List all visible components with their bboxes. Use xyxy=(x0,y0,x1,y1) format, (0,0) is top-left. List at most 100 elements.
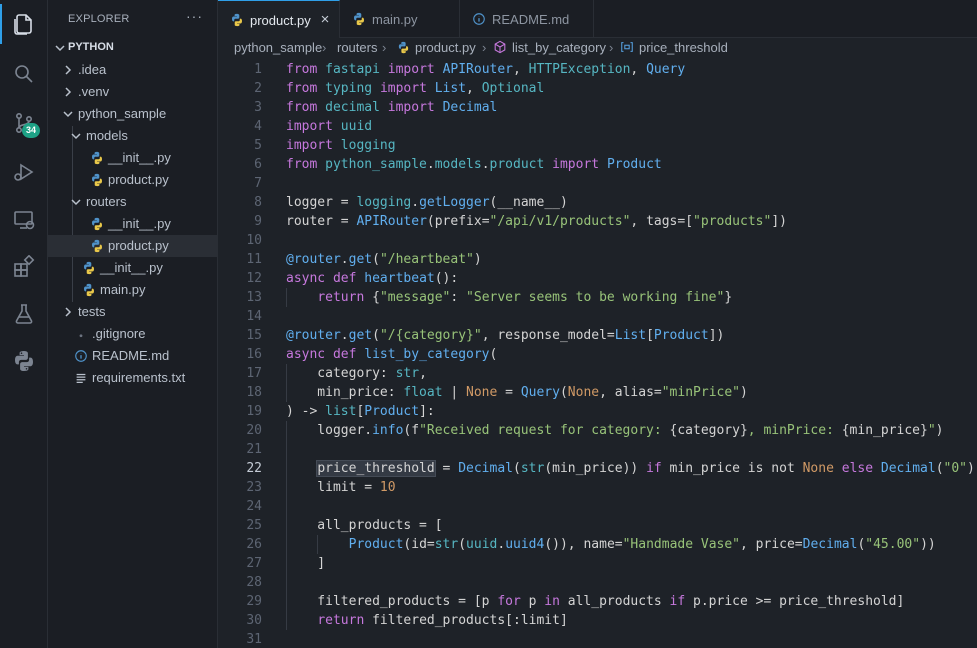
code-line[interactable]: import uuid xyxy=(286,117,372,136)
code-token: ]) xyxy=(708,328,725,343)
info-icon xyxy=(472,12,486,29)
code-token: list xyxy=(325,404,357,419)
extensions-icon[interactable] xyxy=(0,243,48,291)
tab-label: main.py xyxy=(372,12,418,27)
code-line[interactable]: min_price: float | None = Query(None, al… xyxy=(286,383,748,402)
code-token: None xyxy=(466,385,498,400)
code-token: models xyxy=(434,157,482,172)
tab-readme-md[interactable]: README.md xyxy=(460,0,594,38)
code-line[interactable]: @router.get("/{category}", response_mode… xyxy=(286,326,724,345)
code-line[interactable]: from decimal import Decimal xyxy=(286,98,497,117)
code-token: ()), name= xyxy=(544,537,623,552)
code-line[interactable]: logger = logging.getLogger(__name__) xyxy=(286,193,568,212)
indent-guide xyxy=(286,288,287,307)
tree-folder[interactable]: routers xyxy=(48,191,218,213)
tree-file[interactable]: __init__.py xyxy=(48,257,218,279)
code-token: . xyxy=(426,157,435,172)
line-number: 4 xyxy=(254,119,262,134)
tree-file[interactable]: __init__.py xyxy=(48,147,218,169)
tree-file[interactable]: __init__.py xyxy=(48,213,218,235)
breadcrumb-item[interactable]: price_threshold xyxy=(639,40,728,55)
code-line[interactable]: ] xyxy=(286,554,325,573)
tab-main-py[interactable]: main.py xyxy=(340,0,460,38)
code-line[interactable]: from fastapi import APIRouter, HTTPExcep… xyxy=(286,60,685,79)
code-line[interactable]: async def list_by_category( xyxy=(286,345,497,364)
code-token: filtered_products[:limit] xyxy=(364,613,568,628)
tree-file[interactable]: README.md xyxy=(48,345,218,367)
code-token: ( xyxy=(513,461,521,476)
tree-folder[interactable]: .idea xyxy=(48,59,218,81)
code-line[interactable]: from typing import List, Optional xyxy=(286,79,544,98)
line-number: 23 xyxy=(246,480,262,495)
code-line[interactable]: category: str, xyxy=(286,364,427,383)
code-token: import xyxy=(286,138,333,153)
breadcrumb-item[interactable]: python_sample xyxy=(234,40,322,55)
files-icon[interactable] xyxy=(0,0,48,48)
code-editor[interactable]: 1 from fastapi import APIRouter, HTTPExce… xyxy=(218,60,977,648)
tab-product-py[interactable]: product.py × xyxy=(218,0,340,38)
breadcrumb-item[interactable]: list_by_category xyxy=(512,40,606,55)
close-icon[interactable]: × xyxy=(317,12,333,28)
line-number: 5 xyxy=(254,138,262,153)
code-line[interactable]: async def heartbeat(): xyxy=(286,269,458,288)
tree-file[interactable]: .gitignore xyxy=(48,323,218,345)
code-token: : xyxy=(450,290,467,305)
tree-file[interactable]: requirements.txt xyxy=(48,367,218,389)
code-line[interactable]: return filtered_products[:limit] xyxy=(286,611,568,630)
highlighted-symbol: price_threshold xyxy=(316,460,436,477)
code-token: ] xyxy=(286,556,326,571)
code-line[interactable]: return {"message": "Server seems to be w… xyxy=(286,288,732,307)
run-debug-icon[interactable] xyxy=(0,148,48,196)
flask-icon[interactable] xyxy=(0,290,48,338)
code-token: ) xyxy=(935,423,944,438)
tree-label: main.py xyxy=(100,282,146,297)
code-line[interactable]: @router.get("/heartbeat") xyxy=(286,250,482,269)
tree-file[interactable]: product.py xyxy=(48,235,218,257)
code-line[interactable]: filtered_products = [p for p in all_prod… xyxy=(286,592,904,611)
code-line[interactable]: logger.info(f"Received request for categ… xyxy=(286,421,943,440)
breadcrumb: python_sample › routers › product.py › l… xyxy=(218,38,977,60)
tree-file[interactable]: product.py xyxy=(48,169,218,191)
search-icon[interactable] xyxy=(0,50,48,98)
code-token: if xyxy=(669,594,686,609)
breadcrumb-item[interactable]: routers xyxy=(337,40,377,55)
code-token: import xyxy=(379,81,427,96)
tree-folder[interactable]: tests xyxy=(48,301,218,323)
tree-folder[interactable]: .venv xyxy=(48,81,218,103)
line-number: 27 xyxy=(246,556,262,571)
code-line[interactable]: import logging xyxy=(286,136,396,155)
code-line[interactable]: limit = 10 xyxy=(286,478,395,497)
python-icon[interactable] xyxy=(0,337,48,385)
workspace-root[interactable]: PYTHON xyxy=(48,38,218,59)
code-line[interactable]: router = APIRouter(prefix="/api/v1/produ… xyxy=(286,212,787,231)
code-token: Query xyxy=(520,385,560,400)
code-line[interactable]: ) -> list[Product]: xyxy=(286,402,435,421)
line-number: 9 xyxy=(254,214,262,229)
code-token: Decimal xyxy=(458,461,513,476)
code-line[interactable]: Product(id=str(uuid.uuid4()), name="Hand… xyxy=(286,535,936,554)
indent-guide xyxy=(317,535,318,554)
tree-folder[interactable]: models xyxy=(48,125,218,147)
tree-file[interactable]: main.py xyxy=(48,279,218,301)
remote-explorer-icon[interactable] xyxy=(0,196,48,244)
code-token: " xyxy=(927,423,936,438)
code-token: HTTPException xyxy=(528,62,631,77)
source-control-icon[interactable]: 34 xyxy=(0,99,48,147)
code-line[interactable]: price_threshold = Decimal(str(min_price)… xyxy=(286,459,975,478)
code-token: None xyxy=(802,461,834,476)
breadcrumb-item[interactable]: product.py xyxy=(415,40,476,55)
code-line[interactable]: from python_sample.models.product import… xyxy=(286,155,662,174)
code-token: Product xyxy=(348,537,404,552)
code-line[interactable]: all_products = [ xyxy=(286,516,442,535)
tree-label: __init__.py xyxy=(108,216,171,231)
code-token: min_price is not xyxy=(661,461,803,476)
line-number: 18 xyxy=(246,385,262,400)
more-actions-icon[interactable]: ··· xyxy=(186,8,203,24)
code-token: , xyxy=(513,62,529,77)
tree-folder[interactable]: python_sample xyxy=(48,103,218,125)
tree-label: .venv xyxy=(78,84,110,99)
